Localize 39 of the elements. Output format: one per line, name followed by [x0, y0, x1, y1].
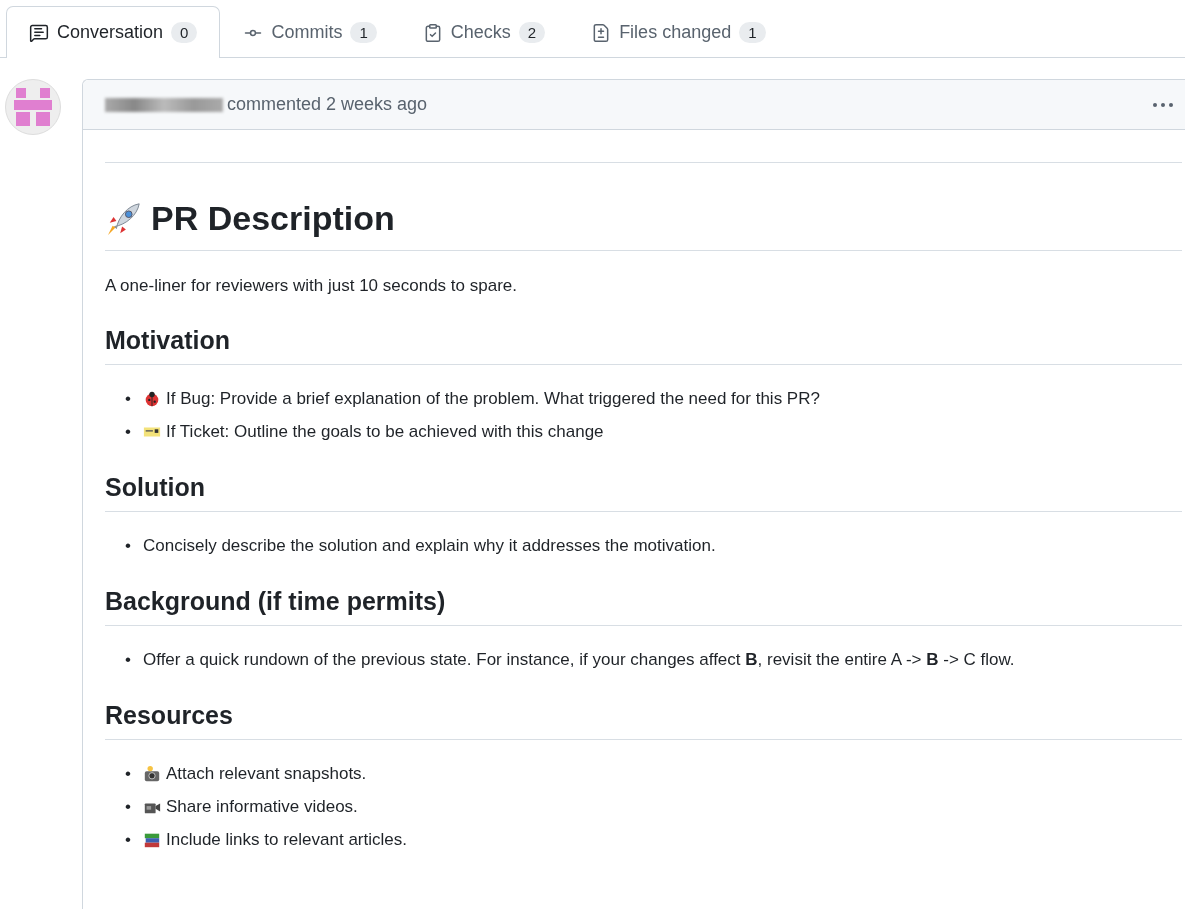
more-options-button[interactable] — [1153, 102, 1173, 107]
tab-counter: 1 — [350, 22, 377, 43]
tab-counter: 0 — [171, 22, 198, 43]
list-item: If Ticket: Outline the goals to be achieved with this change — [166, 421, 604, 443]
list-item: If Bug: Provide a brief explanation of the problem. What triggered the need for this PR? — [166, 388, 820, 410]
list-item: Concisely describe the solution and explain why it addresses the motivation. — [143, 535, 716, 557]
bullet-marker: • — [125, 421, 132, 443]
tab-label: Checks — [450, 22, 511, 43]
bullet-marker: • — [125, 796, 132, 818]
more-options-icon — [1153, 102, 1173, 107]
section-heading: Solution — [105, 473, 1182, 512]
tab-label: Files changed — [619, 22, 732, 43]
bullet-marker: • — [125, 388, 132, 410]
tab-label: Commits — [271, 22, 343, 43]
list-item: Include links to relevant articles. — [166, 829, 407, 851]
summary-text: A one-liner for reviewers with just 10 seconds to spare. — [105, 276, 518, 296]
bullet-marker: • — [125, 829, 132, 851]
bullet-marker: • — [125, 763, 132, 785]
list-item: Offer a quick rundown of the previous state. For instance, if your changes affect B, revisit the entire A -> B -> C flow. — [143, 649, 1015, 671]
conversation-icon — [29, 22, 49, 43]
tab-counter: 1 — [739, 22, 766, 43]
comment-timestamp: commented 2 weeks ago — [227, 94, 428, 115]
section-heading: Resources — [105, 701, 1182, 740]
camera-icon — [143, 765, 161, 783]
tab-counter: 2 — [518, 22, 546, 43]
tab[interactable]: Files changed 1 — [568, 6, 789, 58]
bullet-marker: • — [125, 535, 132, 557]
list-item: Share informative videos. — [166, 796, 358, 818]
tab[interactable]: Checks 2 — [399, 6, 569, 58]
list-item: Attach relevant snapshots. — [166, 763, 367, 785]
tab[interactable]: Conversation 0 — [6, 6, 221, 58]
tab[interactable]: Commits 1 — [220, 6, 400, 58]
bullet-marker: • — [125, 649, 132, 671]
tab-label: Conversation — [57, 22, 164, 43]
books-icon — [143, 831, 161, 849]
section-heading: Background (if time permits) — [105, 587, 1182, 626]
ladybug-icon — [143, 390, 161, 408]
description-heading: PR Description — [105, 199, 1182, 251]
section-heading: Motivation — [105, 326, 1182, 365]
